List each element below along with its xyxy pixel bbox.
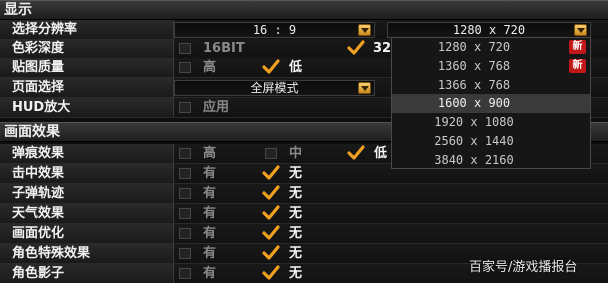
hit-effect-no-label: 无: [289, 166, 303, 181]
aspect-ratio-dropdown[interactable]: 16 : 9: [174, 22, 375, 38]
char-shadow-yes-checkbox[interactable]: [179, 268, 191, 279]
bullet-trail-no-label: 无: [289, 186, 303, 201]
resolution-popup: 1280 x 720 新 1360 x 768 新 1366 x 768 160…: [391, 37, 591, 169]
checkmark-icon[interactable]: [261, 184, 281, 202]
weather-no-label: 无: [289, 206, 303, 221]
checkmark-icon[interactable]: [346, 144, 366, 162]
page-mode-value: 全屏模式: [250, 81, 299, 95]
screen-opt-no-label: 无: [289, 226, 303, 241]
color-depth-label: 色彩深度: [12, 41, 65, 56]
page-mode-label: 页面选择: [12, 80, 65, 95]
char-effects-no-label: 无: [289, 246, 303, 261]
screen-opt-row: 画面优化 有 无: [0, 224, 608, 244]
char-shadow-yes-label: 有: [203, 266, 217, 281]
bullet-marks-mid-label: 中: [289, 146, 303, 161]
hud-apply-label: 应用: [203, 100, 230, 115]
texture-low-label: 低: [289, 60, 303, 75]
color-16bit-checkbox[interactable]: [179, 43, 191, 54]
hit-effect-yes-label: 有: [203, 166, 217, 181]
bullet-marks-high-label: 高: [203, 146, 217, 161]
texture-quality-label: 贴图质量: [12, 60, 65, 75]
texture-high-label: 高: [203, 60, 217, 75]
screen-opt-label: 画面优化: [12, 226, 65, 241]
resolution-dropdown[interactable]: 1280 x 720: [387, 22, 591, 38]
bullet-trail-yes-label: 有: [203, 186, 217, 201]
resolution-option[interactable]: 1280 x 720 新: [392, 38, 590, 57]
bullet-marks-mid-checkbox[interactable]: [265, 148, 277, 159]
weather-label: 天气效果: [12, 206, 65, 221]
hud-scale-label: HUD放大: [12, 100, 71, 115]
page-mode-dropdown[interactable]: 全屏模式: [174, 80, 375, 96]
aspect-ratio-value: 16 : 9: [252, 23, 297, 37]
weather-yes-label: 有: [203, 206, 217, 221]
checkmark-icon[interactable]: [261, 244, 281, 262]
char-effects-yes-checkbox[interactable]: [179, 248, 191, 259]
watermark-text: 百家号/游戏播报台: [469, 260, 578, 275]
checkmark-icon[interactable]: [261, 58, 281, 76]
char-shadow-label: 角色影子: [12, 266, 65, 281]
resolution-option[interactable]: 1366 x 768: [392, 76, 590, 95]
screen-opt-yes-label: 有: [203, 226, 217, 241]
weather-yes-checkbox[interactable]: [179, 208, 191, 219]
resolution-option[interactable]: 1360 x 768 新: [392, 57, 590, 76]
checkmark-icon[interactable]: [346, 39, 366, 57]
checkmark-icon[interactable]: [261, 264, 281, 282]
resolution-option-highlighted[interactable]: 1600 x 900: [392, 94, 590, 114]
new-badge: 新: [569, 40, 586, 54]
bullet-marks-high-checkbox[interactable]: [179, 148, 191, 159]
resolution-label: 选择分辨率: [12, 22, 78, 37]
hit-effect-yes-checkbox[interactable]: [179, 168, 191, 179]
bullet-marks-low-label: 低: [374, 146, 388, 161]
texture-high-checkbox[interactable]: [179, 62, 191, 73]
screen-opt-yes-checkbox[interactable]: [179, 228, 191, 239]
char-effects-yes-label: 有: [203, 246, 217, 261]
chevron-down-icon[interactable]: [574, 24, 587, 36]
bullet-marks-label: 弹痕效果: [12, 146, 65, 161]
resolution-option[interactable]: 3840 x 2160: [392, 151, 590, 170]
bullet-trail-row: 子弹轨迹 有 无: [0, 184, 608, 204]
color-32bit-label: 32: [373, 41, 392, 56]
weather-row: 天气效果 有 无: [0, 204, 608, 224]
char-effects-label: 角色特殊效果: [12, 246, 91, 261]
chevron-down-icon[interactable]: [358, 24, 371, 36]
checkmark-icon[interactable]: [261, 204, 281, 222]
chevron-down-icon[interactable]: [358, 82, 371, 94]
display-section-header: 显示: [0, 0, 608, 20]
char-shadow-no-label: 无: [289, 266, 303, 281]
bullet-trail-label: 子弹轨迹: [12, 186, 65, 201]
resolution-option[interactable]: 1920 x 1080: [392, 113, 590, 132]
bullet-trail-yes-checkbox[interactable]: [179, 188, 191, 199]
checkmark-icon[interactable]: [261, 224, 281, 242]
hit-effect-label: 击中效果: [12, 166, 65, 181]
resolution-option[interactable]: 2560 x 1440: [392, 132, 590, 151]
hud-apply-checkbox[interactable]: [179, 102, 191, 113]
color-16bit-label: 16BIT: [203, 41, 245, 56]
new-badge: 新: [569, 58, 586, 73]
checkmark-icon[interactable]: [261, 164, 281, 182]
resolution-value: 1280 x 720: [452, 23, 526, 37]
